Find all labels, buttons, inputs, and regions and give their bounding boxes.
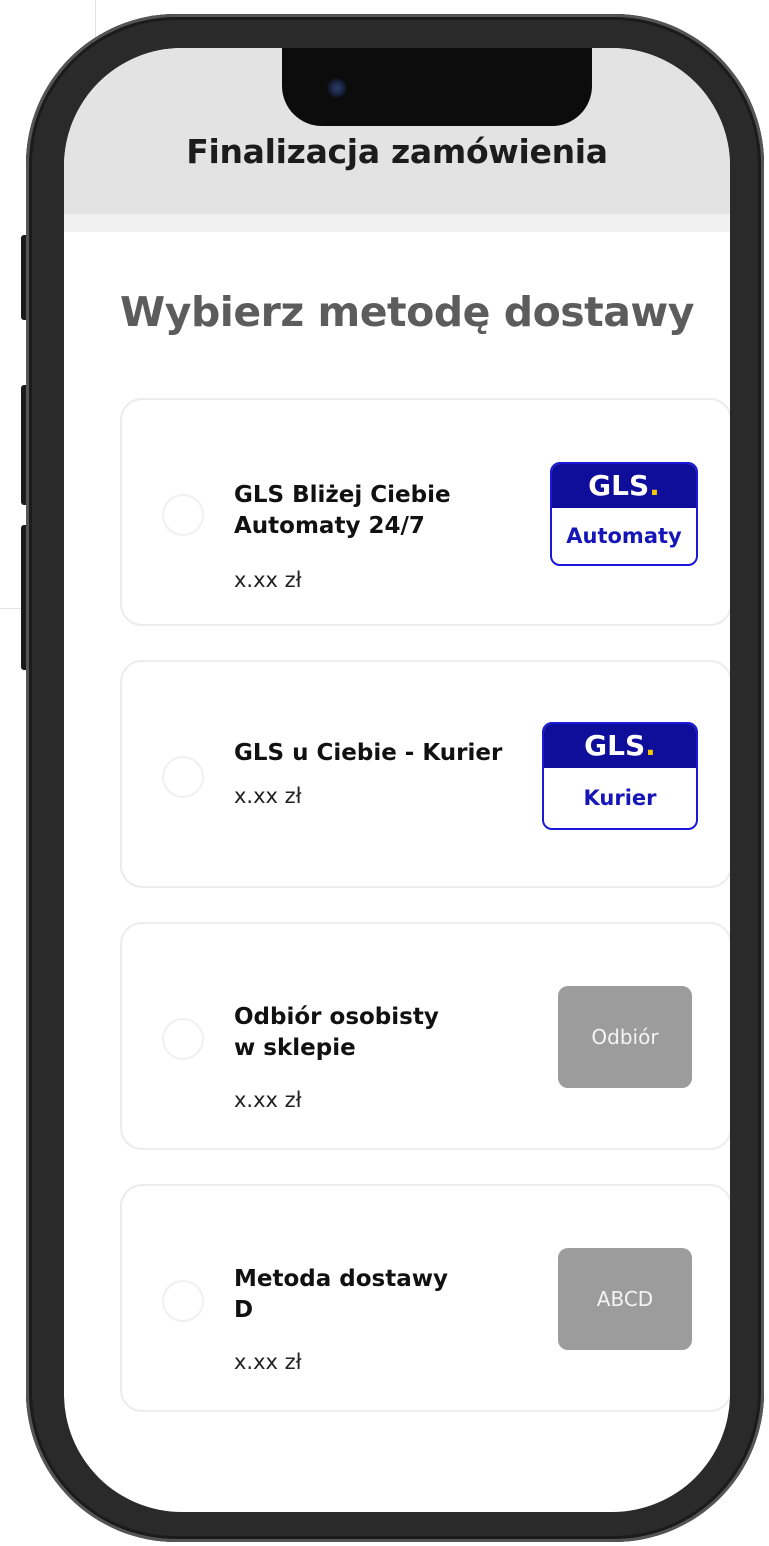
phone-screen: Finalizacja zamówienia Wybierz metodę do… xyxy=(64,48,730,1512)
option-name-line: Automaty 24/7 xyxy=(234,513,425,539)
option-name: GLS Bliżej Ciebie Automaty 24/7 xyxy=(234,480,534,542)
radio-button[interactable] xyxy=(162,1280,204,1322)
abcd-logo-placeholder: ABCD xyxy=(558,1248,692,1350)
delivery-option-pickup[interactable]: Odbiór osobisty w sklepie x.xx zł Odbiór xyxy=(120,922,730,1150)
delivery-option-d[interactable]: Metoda dostawy D x.xx zł ABCD xyxy=(120,1184,730,1412)
header-divider xyxy=(64,214,730,232)
gls-brand: GLS. xyxy=(544,724,696,768)
logo-label: Automaty xyxy=(566,524,682,548)
phone-notch xyxy=(282,48,592,126)
option-name-line: GLS u Ciebie - Kurier xyxy=(234,740,503,766)
option-price: x.xx zł xyxy=(234,568,302,592)
option-name: Odbiór osobisty w sklepie xyxy=(234,1002,534,1064)
gls-automaty-logo: GLS. Automaty xyxy=(550,462,698,566)
option-name-line: Odbiór osobisty xyxy=(234,1004,439,1030)
option-name-line: D xyxy=(234,1297,254,1323)
option-name: Metoda dostawy D xyxy=(234,1264,534,1326)
pickup-logo-placeholder: Odbiór xyxy=(558,986,692,1088)
option-name-line: GLS Bliżej Ciebie xyxy=(234,482,451,508)
option-price: x.xx zł xyxy=(234,1088,302,1112)
logo-label: Kurier xyxy=(583,786,657,810)
gls-kurier-logo: GLS. Kurier xyxy=(542,722,698,830)
option-price: x.xx zł xyxy=(234,1350,302,1374)
option-name-line: w sklepie xyxy=(234,1035,356,1061)
radio-button[interactable] xyxy=(162,494,204,536)
option-name: GLS u Ciebie - Kurier xyxy=(234,738,554,769)
gls-brand: GLS. xyxy=(552,464,696,508)
phone-frame: Finalizacja zamówienia Wybierz metodę do… xyxy=(26,14,764,1542)
section-title: Wybierz metodę dostawy xyxy=(120,288,695,336)
radio-button[interactable] xyxy=(162,1018,204,1060)
radio-button[interactable] xyxy=(162,756,204,798)
page-title: Finalizacja zamówienia xyxy=(186,132,608,171)
option-price: x.xx zł xyxy=(234,784,302,808)
camera-icon xyxy=(327,78,347,98)
option-name-line: Metoda dostawy xyxy=(234,1266,448,1292)
delivery-option-gls-kurier[interactable]: GLS u Ciebie - Kurier x.xx zł GLS. Kurie… xyxy=(120,660,730,888)
delivery-option-gls-automaty[interactable]: GLS Bliżej Ciebie Automaty 24/7 x.xx zł … xyxy=(120,398,730,626)
